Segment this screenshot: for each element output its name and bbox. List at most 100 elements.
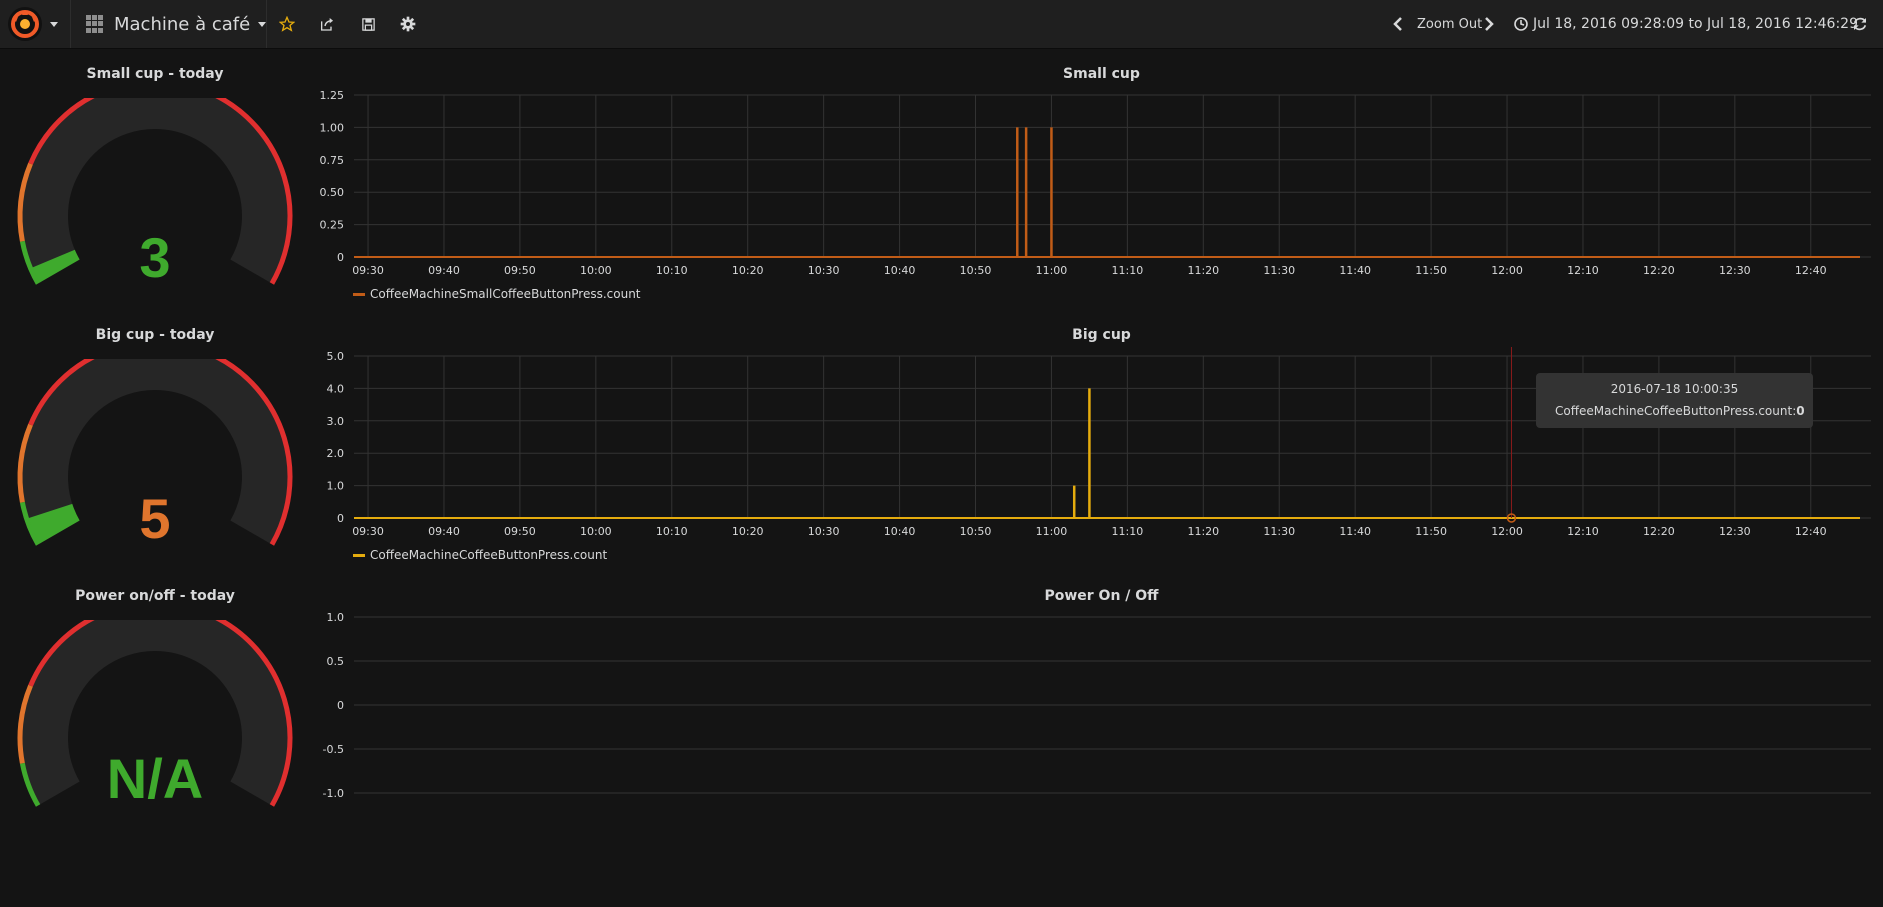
x-tick-label: 11:40 [1339,525,1371,538]
y-tick-label: 0.25 [320,219,345,232]
graph-title-big[interactable]: Big cup [320,327,1883,343]
chevron-down-icon [50,22,58,27]
x-tick-label: 11:20 [1187,525,1219,538]
chevron-right-icon [1485,17,1494,31]
grafana-menu-button[interactable] [0,0,70,48]
y-tick-label: 0.75 [320,154,345,167]
y-tick-label: 1.0 [327,611,345,624]
graph-tooltip: 2016-07-18 10:00:35 CoffeeMachineCoffeeB… [1536,373,1813,428]
y-tick-label: 2.0 [327,447,345,460]
y-tick-label: 0 [337,251,344,264]
x-tick-label: 10:10 [656,525,688,538]
y-tick-label: 0 [337,699,344,712]
y-tick-label: 1.25 [320,89,345,102]
y-tick-label: 4.0 [327,382,345,395]
x-tick-label: 11:10 [1112,525,1144,538]
x-tick-label: 10:00 [580,264,612,277]
gauge-title-big[interactable]: Big cup - today [0,327,310,343]
gauge-value-big: 5 [139,487,171,550]
x-tick-label: 11:10 [1112,264,1144,277]
gauge-value-power: N/A [106,747,204,810]
star-button[interactable] [267,0,307,48]
x-tick-label: 10:10 [656,264,688,277]
dashboard-grid-icon [86,15,104,33]
x-tick-label: 11:30 [1263,525,1295,538]
x-tick-label: 12:00 [1491,525,1523,538]
dashboard-title: Machine à café [114,13,251,35]
x-tick-label: 11:50 [1415,264,1447,277]
legend-item-big[interactable]: CoffeeMachineCoffeeButtonPress.count [353,548,607,562]
gauge-value-small: 3 [139,226,171,289]
cog-icon [400,16,416,32]
y-tick-label: 1.00 [320,121,345,134]
x-tick-label: 12:10 [1567,264,1599,277]
top-navbar: Machine à café Zoom Out Jul 18, 2016 09:… [0,0,1883,49]
grafana-logo-icon [8,7,42,41]
save-icon [361,17,375,31]
x-tick-label: 12:40 [1795,525,1827,538]
settings-button[interactable] [388,0,428,48]
x-tick-label: 09:30 [352,525,384,538]
x-tick-label: 10:50 [960,264,992,277]
x-tick-label: 10:40 [884,264,916,277]
chevron-left-icon [1393,17,1402,31]
tooltip-value: 0 [1796,404,1805,418]
y-tick-label: 0 [337,512,344,525]
y-tick-label: 0.5 [327,655,345,668]
graph-title-small[interactable]: Small cup [320,66,1883,82]
x-tick-label: 10:30 [808,525,840,538]
x-tick-label: 10:20 [732,264,764,277]
tooltip-time: 2016-07-18 10:00:35 [1610,382,1739,396]
x-tick-label: 11:00 [1036,525,1068,538]
legend-item-small[interactable]: CoffeeMachineSmallCoffeeButtonPress.coun… [353,287,641,301]
small-cup-graph: 0 0.25 0.50 0.75 1.00 1.25 09:30 09:40 09:50 10:0… [320,89,1871,277]
legend-label-big: CoffeeMachineCoffeeButtonPress.count [370,548,608,562]
x-tick-label: 11:30 [1263,264,1295,277]
dashboard-picker[interactable]: Machine à café [86,0,267,48]
divider [70,0,71,48]
x-tick-label: 11:20 [1187,264,1219,277]
y-tick-label: 1.0 [327,480,345,493]
x-tick-label: 12:10 [1567,525,1599,538]
tooltip-series: CoffeeMachineCoffeeButtonPress.count: [1555,404,1797,418]
time-shift-back-button[interactable] [1378,0,1418,48]
y-tick-label: -0.5 [323,743,344,756]
time-shift-forward-button[interactable] [1469,0,1509,48]
save-button[interactable] [348,0,388,48]
x-tick-label: 10:50 [960,525,992,538]
legend-swatch [353,553,365,557]
share-button[interactable] [307,0,347,48]
x-tick-label: 10:30 [808,264,840,277]
x-tick-label: 09:40 [428,525,460,538]
power-graph: -1.0 -0.5 0 0.5 1.0 [323,611,1871,800]
x-tick-label: 10:00 [580,525,612,538]
clock-icon [1514,17,1528,31]
refresh-icon [1853,17,1867,31]
x-tick-label: 09:40 [428,264,460,277]
x-tick-label: 10:40 [884,525,916,538]
time-range-label: Jul 18, 2016 09:28:09 to Jul 18, 2016 12… [1533,16,1858,32]
x-tick-label: 09:50 [504,264,536,277]
y-tick-label: -1.0 [323,787,344,800]
x-tick-label: 12:30 [1719,264,1751,277]
x-tick-label: 11:40 [1339,264,1371,277]
tooltip-row: CoffeeMachineCoffeeButtonPress.count: 0 [1550,404,1805,418]
legend-swatch [353,292,365,296]
gauge-title-power[interactable]: Power on/off - today [0,588,310,604]
gauge-title-small[interactable]: Small cup - today [0,66,310,82]
x-tick-label: 10:20 [732,525,764,538]
graph-title-power[interactable]: Power On / Off [320,588,1883,604]
star-icon [279,16,295,32]
refresh-button[interactable] [1840,0,1880,48]
y-tick-label: 5.0 [327,350,345,363]
x-tick-label: 12:30 [1719,525,1751,538]
y-tick-label: 0.50 [320,186,345,199]
share-icon [321,18,333,31]
x-tick-label: 11:00 [1036,264,1068,277]
time-range-picker[interactable]: Jul 18, 2016 09:28:09 to Jul 18, 2016 12… [1514,0,1858,48]
y-tick-label: 3.0 [327,415,345,428]
x-tick-label: 12:20 [1643,525,1675,538]
x-tick-label: 09:30 [352,264,384,277]
legend-label-small: CoffeeMachineSmallCoffeeButtonPress.coun… [370,287,641,301]
x-tick-label: 12:20 [1643,264,1675,277]
